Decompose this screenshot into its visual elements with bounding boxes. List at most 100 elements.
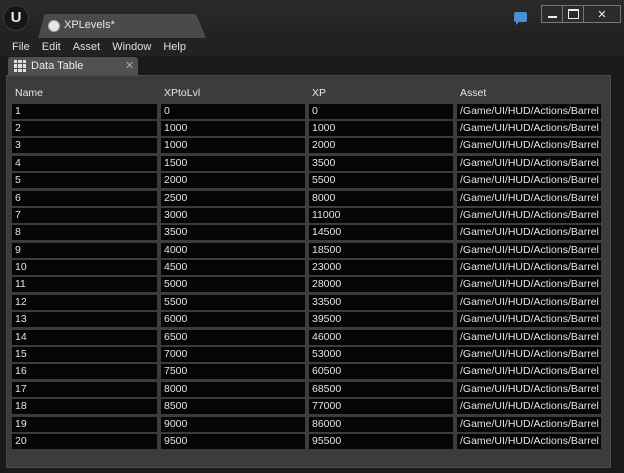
table-cell[interactable]: 60500 bbox=[309, 364, 453, 380]
table-cell[interactable]: 86000 bbox=[309, 416, 453, 432]
table-cell[interactable]: /Game/UI/HUD/Actions/Barrel bbox=[457, 260, 601, 276]
menu-file[interactable]: File bbox=[6, 41, 36, 53]
table-row[interactable]: 3 1000 2000/Game/UI/HUD/Actions/Barrel bbox=[12, 137, 609, 154]
table-cell[interactable]: 7500 bbox=[161, 364, 305, 380]
table-cell[interactable]: 8000 bbox=[161, 381, 305, 397]
table-cell[interactable]: 1 bbox=[12, 103, 157, 119]
table-cell[interactable]: /Game/UI/HUD/Actions/Barrel bbox=[457, 399, 601, 415]
menu-window[interactable]: Window bbox=[106, 41, 157, 53]
column-header-name[interactable]: Name bbox=[12, 86, 157, 102]
table-cell[interactable]: /Game/UI/HUD/Actions/Barrel bbox=[457, 312, 601, 328]
table-cell[interactable]: 2 bbox=[12, 120, 157, 136]
table-row[interactable]: 10 4500 23000/Game/UI/HUD/Actions/Barrel bbox=[12, 259, 609, 276]
table-cell[interactable]: 5 bbox=[12, 173, 157, 189]
table-row[interactable]: 4 1500 3500/Game/UI/HUD/Actions/Barrel bbox=[12, 155, 609, 172]
table-cell[interactable]: 1000 bbox=[161, 138, 305, 154]
table-cell[interactable]: 14500 bbox=[309, 225, 453, 241]
table-cell[interactable]: 4500 bbox=[161, 260, 305, 276]
table-cell[interactable]: 19 bbox=[12, 416, 157, 432]
table-cell[interactable]: 4 bbox=[12, 155, 157, 171]
table-row[interactable]: 14 6500 46000/Game/UI/HUD/Actions/Barrel bbox=[12, 328, 609, 345]
table-cell[interactable]: 1000 bbox=[161, 120, 305, 136]
table-cell[interactable]: 0 bbox=[309, 103, 453, 119]
menu-asset[interactable]: Asset bbox=[67, 41, 107, 53]
table-cell[interactable]: 77000 bbox=[309, 399, 453, 415]
column-header-xptolvl[interactable]: XPtoLvl bbox=[161, 86, 305, 102]
table-cell[interactable]: 15 bbox=[12, 347, 157, 363]
table-row[interactable]: 11 5000 28000/Game/UI/HUD/Actions/Barrel bbox=[12, 276, 609, 293]
table-row[interactable]: 18 8500 77000/Game/UI/HUD/Actions/Barrel bbox=[12, 398, 609, 415]
table-cell[interactable]: /Game/UI/HUD/Actions/Barrel bbox=[457, 138, 601, 154]
column-header-xp[interactable]: XP bbox=[309, 86, 453, 102]
table-cell[interactable]: 6 bbox=[12, 190, 157, 206]
table-cell[interactable]: /Game/UI/HUD/Actions/Barrel bbox=[457, 155, 601, 171]
table-row[interactable]: 16 7500 60500/Game/UI/HUD/Actions/Barrel bbox=[12, 363, 609, 380]
table-cell[interactable]: 39500 bbox=[309, 312, 453, 328]
table-cell[interactable]: 9500 bbox=[161, 434, 305, 449]
table-cell[interactable]: 9 bbox=[12, 242, 157, 258]
table-row[interactable]: 12 5500 33500/Game/UI/HUD/Actions/Barrel bbox=[12, 294, 609, 311]
table-cell[interactable]: 5500 bbox=[309, 173, 453, 189]
maximize-button[interactable] bbox=[563, 6, 584, 22]
table-cell[interactable]: 1000 bbox=[309, 120, 453, 136]
table-cell[interactable]: 12 bbox=[12, 294, 157, 310]
table-row[interactable]: 19 9000 86000/Game/UI/HUD/Actions/Barrel bbox=[12, 415, 609, 432]
table-cell[interactable]: 2000 bbox=[161, 173, 305, 189]
table-row[interactable]: 1 0 0/Game/UI/HUD/Actions/Barrel bbox=[12, 102, 609, 119]
table-cell[interactable]: 3500 bbox=[161, 225, 305, 241]
table-cell[interactable]: /Game/UI/HUD/Actions/Barrel bbox=[457, 416, 601, 432]
table-row[interactable]: 7 3000 11000/Game/UI/HUD/Actions/Barrel bbox=[12, 207, 609, 224]
close-icon[interactable]: ✕ bbox=[125, 59, 134, 72]
table-cell[interactable]: 5500 bbox=[161, 294, 305, 310]
table-cell[interactable]: 23000 bbox=[309, 260, 453, 276]
table-cell[interactable]: 10 bbox=[12, 260, 157, 276]
table-cell[interactable]: 6500 bbox=[161, 329, 305, 345]
table-cell[interactable]: 3500 bbox=[309, 155, 453, 171]
table-cell[interactable]: /Game/UI/HUD/Actions/Barrel bbox=[457, 277, 601, 293]
table-cell[interactable]: 7 bbox=[12, 207, 157, 223]
table-cell[interactable]: 14 bbox=[12, 329, 157, 345]
table-cell[interactable]: /Game/UI/HUD/Actions/Barrel bbox=[457, 329, 601, 345]
table-cell[interactable]: /Game/UI/HUD/Actions/Barrel bbox=[457, 434, 601, 449]
document-tab[interactable]: XPLevels* bbox=[38, 14, 206, 38]
table-row[interactable]: 8 3500 14500/Game/UI/HUD/Actions/Barrel bbox=[12, 224, 609, 241]
table-cell[interactable]: 4000 bbox=[161, 242, 305, 258]
table-cell[interactable]: 3000 bbox=[161, 207, 305, 223]
table-cell[interactable]: 8000 bbox=[309, 190, 453, 206]
table-cell[interactable]: /Game/UI/HUD/Actions/Barrel bbox=[457, 190, 601, 206]
table-cell[interactable]: 1500 bbox=[161, 155, 305, 171]
table-cell[interactable]: 20 bbox=[12, 434, 157, 449]
table-row[interactable]: 2 1000 1000/Game/UI/HUD/Actions/Barrel bbox=[12, 120, 609, 137]
close-window-button[interactable]: ✕ bbox=[584, 6, 620, 22]
table-cell[interactable]: 13 bbox=[12, 312, 157, 328]
table-cell[interactable]: /Game/UI/HUD/Actions/Barrel bbox=[457, 173, 601, 189]
table-cell[interactable]: /Game/UI/HUD/Actions/Barrel bbox=[457, 103, 601, 119]
table-cell[interactable]: 2000 bbox=[309, 138, 453, 154]
tab-data-table[interactable]: Data Table ✕ bbox=[8, 57, 138, 75]
table-row[interactable]: 6 2500 8000/Game/UI/HUD/Actions/Barrel bbox=[12, 189, 609, 206]
table-cell[interactable]: /Game/UI/HUD/Actions/Barrel bbox=[457, 294, 601, 310]
table-cell[interactable]: /Game/UI/HUD/Actions/Barrel bbox=[457, 207, 601, 223]
chat-bubble-icon[interactable] bbox=[514, 12, 527, 25]
table-cell[interactable]: 11 bbox=[12, 277, 157, 293]
table-cell[interactable]: 17 bbox=[12, 381, 157, 397]
table-cell[interactable]: 7000 bbox=[161, 347, 305, 363]
table-cell[interactable]: 18500 bbox=[309, 242, 453, 258]
table-cell[interactable]: /Game/UI/HUD/Actions/Barrel bbox=[457, 381, 601, 397]
table-cell[interactable]: 11000 bbox=[309, 207, 453, 223]
table-row[interactable]: 20 9500 95500/Game/UI/HUD/Actions/Barrel bbox=[12, 433, 609, 450]
unreal-logo-icon[interactable]: U bbox=[3, 5, 29, 31]
table-cell[interactable]: 8 bbox=[12, 225, 157, 241]
menu-help[interactable]: Help bbox=[157, 41, 192, 53]
table-cell[interactable]: 33500 bbox=[309, 294, 453, 310]
table-row[interactable]: 17 8000 68500/Game/UI/HUD/Actions/Barrel bbox=[12, 381, 609, 398]
table-cell[interactable]: 6000 bbox=[161, 312, 305, 328]
table-cell[interactable]: 18 bbox=[12, 399, 157, 415]
table-cell[interactable]: /Game/UI/HUD/Actions/Barrel bbox=[457, 347, 601, 363]
table-cell[interactable]: 16 bbox=[12, 364, 157, 380]
table-cell[interactable]: 5000 bbox=[161, 277, 305, 293]
table-row[interactable]: 9 4000 18500/Game/UI/HUD/Actions/Barrel bbox=[12, 242, 609, 259]
table-row[interactable]: 13 6000 39500/Game/UI/HUD/Actions/Barrel bbox=[12, 311, 609, 328]
table-cell[interactable]: 68500 bbox=[309, 381, 453, 397]
table-row[interactable]: 5 2000 5500/Game/UI/HUD/Actions/Barrel bbox=[12, 172, 609, 189]
